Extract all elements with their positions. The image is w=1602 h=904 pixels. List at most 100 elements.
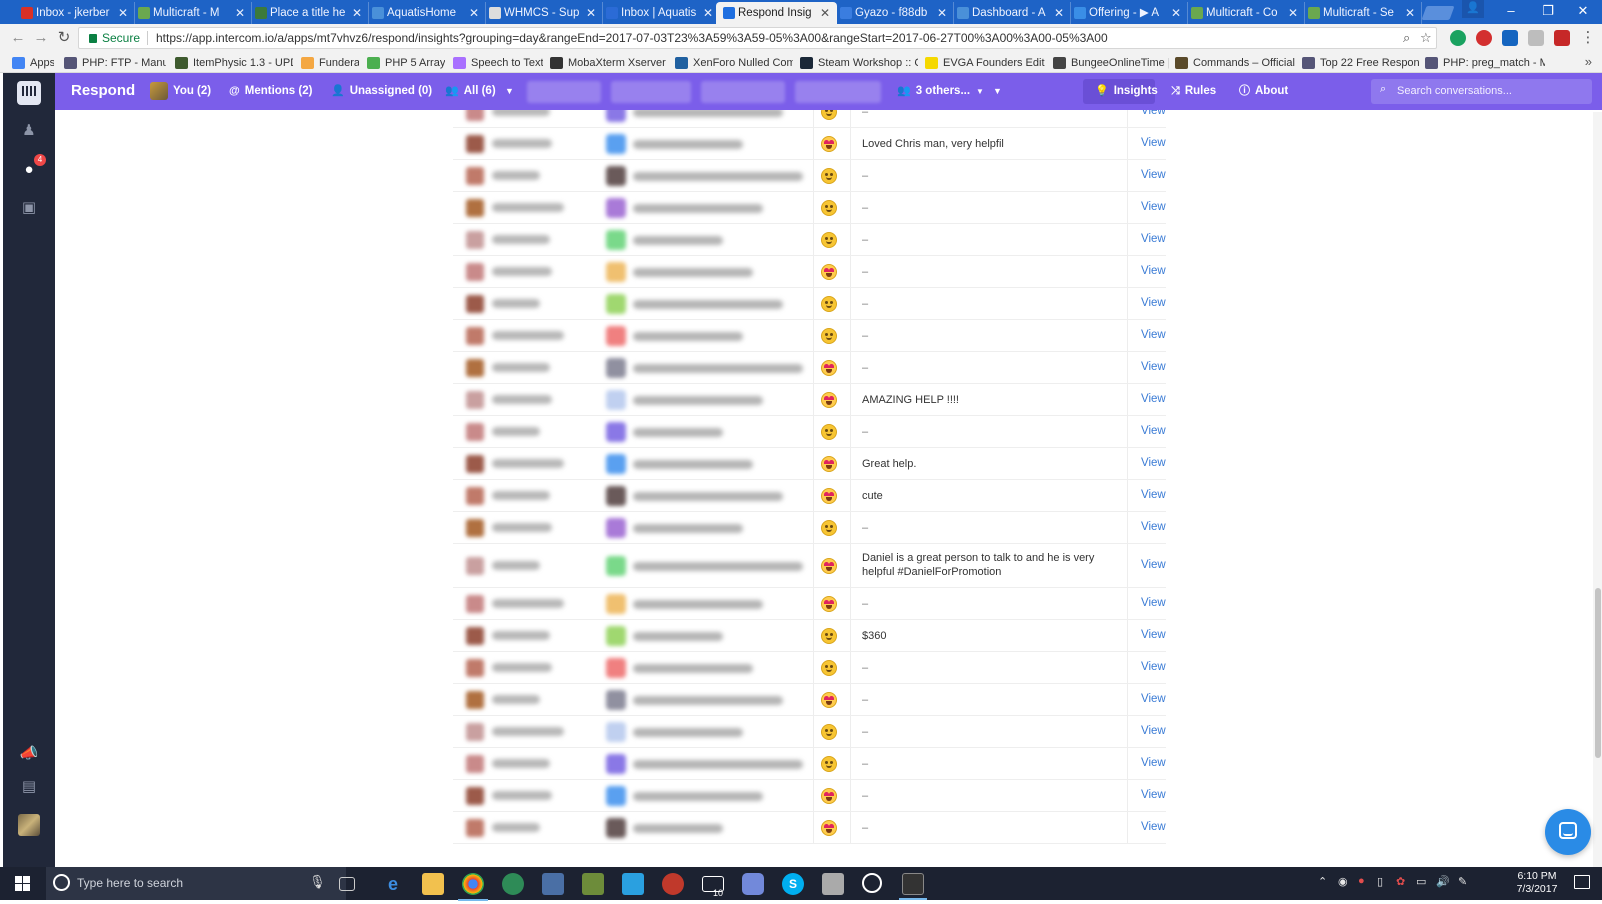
browser-tab[interactable]: Offering - ▶ A ✕	[1067, 2, 1188, 24]
table-row[interactable]: – View	[453, 288, 1166, 320]
windows-start-icon[interactable]	[15, 876, 30, 891]
company-cell[interactable]	[606, 110, 806, 122]
customer-cell[interactable]	[466, 595, 596, 613]
table-row[interactable]: – View	[453, 320, 1166, 352]
company-cell[interactable]	[606, 786, 806, 806]
tab-rules[interactable]: ⤨ Rules	[1171, 73, 1216, 110]
intercom-logo[interactable]	[17, 81, 41, 105]
table-row[interactable]: – View	[453, 416, 1166, 448]
customer-cell[interactable]	[466, 327, 596, 345]
customer-cell[interactable]	[466, 755, 596, 773]
bookmark-item[interactable]: BungeeOnlineTime |	[1053, 55, 1169, 71]
table-row[interactable]: – View	[453, 780, 1166, 812]
browser-tab[interactable]: Multicraft - Co ✕	[1184, 2, 1305, 24]
browser-tab[interactable]: Gyazo - f88db ✕	[833, 2, 954, 24]
pen-icon[interactable]: ✎	[1458, 875, 1467, 888]
back-icon[interactable]: ←	[8, 29, 28, 49]
store-icon[interactable]	[622, 873, 644, 895]
table-row[interactable]: – View	[453, 192, 1166, 224]
file-explorer-icon[interactable]	[422, 873, 444, 895]
bookmark-item[interactable]: PHP 5 Arrays	[367, 55, 445, 71]
tray-icon[interactable]: ✿	[1396, 875, 1405, 888]
inbox-mentions[interactable]: @ Mentions (2)	[229, 73, 312, 110]
browser-tab[interactable]: Multicraft - Se ✕	[1301, 2, 1422, 24]
app-icon[interactable]	[862, 873, 882, 893]
company-cell[interactable]	[606, 294, 806, 314]
view-conversation-link[interactable]: View	[1141, 457, 1166, 469]
company-cell[interactable]	[606, 594, 806, 614]
adblock-icon[interactable]	[1476, 30, 1492, 46]
more-chevron-icon[interactable]: ▼	[993, 73, 1002, 110]
taskbar-search[interactable]: Type here to search 🎙	[46, 867, 346, 900]
company-cell[interactable]	[606, 230, 806, 250]
secure-indicator[interactable]: Secure	[89, 31, 140, 45]
customer-cell[interactable]	[466, 199, 596, 217]
tab-close-icon[interactable]: ✕	[1405, 2, 1415, 24]
customer-cell[interactable]	[466, 135, 596, 153]
inbox-unassigned[interactable]: 👤 Unassigned (0)	[331, 73, 432, 110]
view-conversation-link[interactable]: View	[1141, 629, 1166, 641]
address-bar[interactable]: Secure https://app.intercom.io/a/apps/mt…	[78, 27, 1437, 49]
company-cell[interactable]	[606, 198, 806, 218]
company-cell[interactable]	[606, 454, 806, 474]
action-center-icon[interactable]	[1574, 875, 1590, 889]
company-cell[interactable]	[606, 134, 806, 154]
tab-close-icon[interactable]: ✕	[937, 2, 947, 24]
view-conversation-link[interactable]: View	[1141, 521, 1166, 533]
chrome-icon[interactable]	[458, 873, 488, 901]
browser-tab[interactable]: Inbox - jkerber ✕	[14, 2, 135, 24]
taskbar-clock[interactable]: 6:10 PM 7/3/2017	[1509, 870, 1565, 896]
company-cell[interactable]	[606, 556, 806, 576]
app-icon[interactable]	[542, 873, 564, 895]
view-conversation-link[interactable]: View	[1141, 265, 1166, 277]
bookmarks-overflow-icon[interactable]: »	[1585, 54, 1592, 69]
bookmark-item[interactable]: XenForo Nulled Com	[675, 55, 793, 71]
table-row[interactable]: AMAZING HELP !!!! View	[453, 384, 1166, 416]
bookmark-item[interactable]: PHP: preg_match - M	[1425, 55, 1545, 71]
browser-tab[interactable]: Place a title he ✕	[248, 2, 369, 24]
tab-close-icon[interactable]: ✕	[820, 2, 830, 24]
terminal-icon[interactable]	[899, 873, 927, 900]
bookmark-item[interactable]: Steam Workshop :: C	[800, 55, 918, 71]
customer-cell[interactable]	[466, 110, 596, 121]
tray-icon[interactable]: ●	[1358, 875, 1365, 887]
customer-cell[interactable]	[466, 723, 596, 741]
customer-cell[interactable]	[466, 167, 596, 185]
battery-icon[interactable]: ▯	[1377, 875, 1383, 888]
all-dropdown-chevron-icon[interactable]: ▼	[505, 73, 514, 110]
company-cell[interactable]	[606, 166, 806, 186]
menu-icon[interactable]: ⋮	[1578, 29, 1598, 49]
company-cell[interactable]	[606, 326, 806, 346]
teammate-inbox-blurred[interactable]	[701, 81, 785, 103]
educate-icon[interactable]: ▣	[17, 197, 41, 219]
extension-icon[interactable]	[1502, 30, 1518, 46]
close-window-icon[interactable]: ✕	[1566, 0, 1600, 24]
bookmark-item[interactable]: MobaXterm Xserver	[550, 55, 668, 71]
table-row[interactable]: – View	[453, 588, 1166, 620]
messenger-launcher[interactable]	[1545, 809, 1591, 855]
bookmark-star-icon[interactable]: ☆	[1420, 30, 1432, 46]
view-conversation-link[interactable]: View	[1141, 661, 1166, 673]
tab-close-icon[interactable]: ✕	[1171, 2, 1181, 24]
customer-cell[interactable]	[466, 391, 596, 409]
view-conversation-link[interactable]: View	[1141, 425, 1166, 437]
grammarly-icon[interactable]	[1450, 30, 1466, 46]
company-cell[interactable]	[606, 626, 806, 646]
view-conversation-link[interactable]: View	[1141, 789, 1166, 801]
teammate-inbox-blurred[interactable]	[527, 81, 601, 103]
inbox-others[interactable]: 👥 3 others... ▼	[897, 73, 984, 110]
table-row[interactable]: Daniel is a great person to talk to and …	[453, 544, 1166, 588]
view-conversation-link[interactable]: View	[1141, 169, 1166, 181]
table-row[interactable]: – View	[453, 652, 1166, 684]
customer-cell[interactable]	[466, 519, 596, 537]
bookmark-item[interactable]: Speech to Text	[453, 55, 543, 71]
teammate-inbox-blurred[interactable]	[611, 81, 691, 103]
acquire-icon[interactable]: ♟	[17, 120, 41, 142]
view-conversation-link[interactable]: View	[1141, 361, 1166, 373]
book-icon[interactable]: ▤	[17, 776, 41, 798]
customer-cell[interactable]	[466, 627, 596, 645]
company-cell[interactable]	[606, 486, 806, 506]
view-conversation-link[interactable]: View	[1141, 201, 1166, 213]
company-cell[interactable]	[606, 358, 806, 378]
inbox-you[interactable]: You (2)	[150, 73, 211, 110]
